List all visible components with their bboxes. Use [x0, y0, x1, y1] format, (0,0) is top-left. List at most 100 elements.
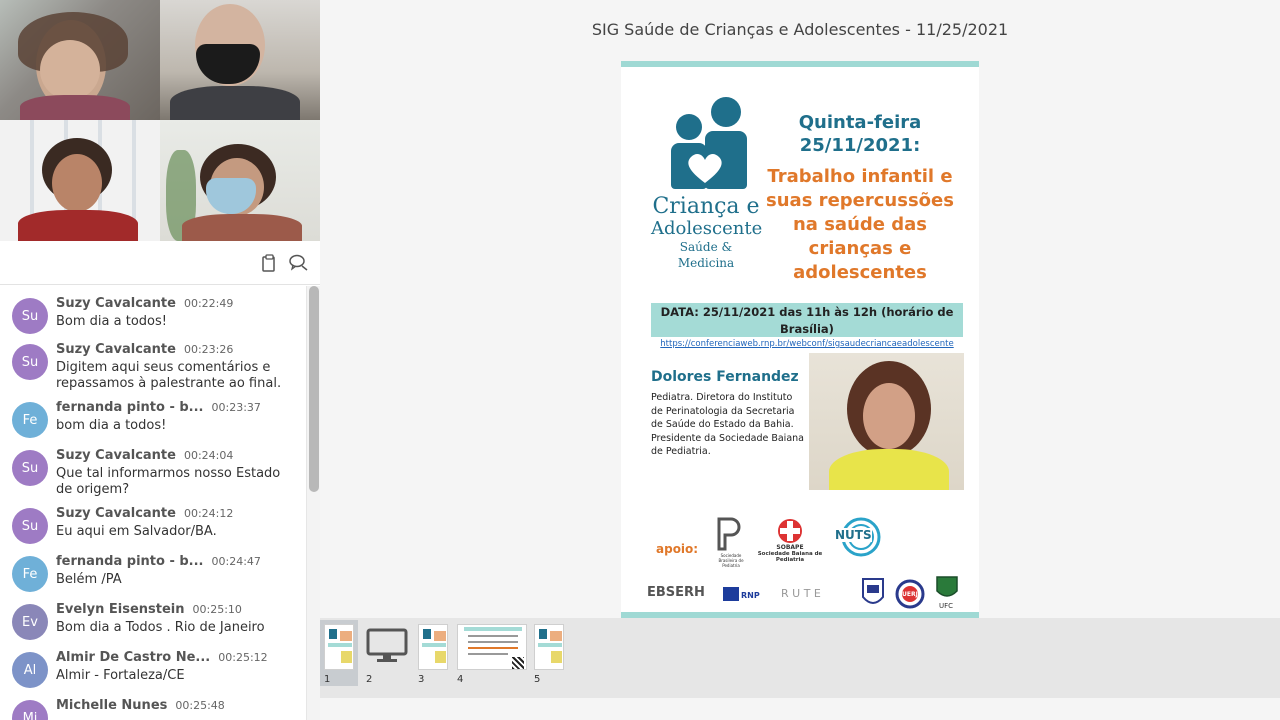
- message-text: Bom dia a Todos . Rio de Janeiro: [56, 620, 265, 635]
- thumbnail-5[interactable]: 5: [530, 620, 568, 686]
- partner-nuts: NUTS: [835, 528, 872, 542]
- avatar: Su: [12, 344, 48, 380]
- participant-shirt: [20, 95, 130, 120]
- thumbnail-3[interactable]: 3: [414, 620, 452, 686]
- message-header: Suzy Cavalcante 00:24:12: [56, 506, 300, 524]
- thumbnail-number: 1: [324, 674, 331, 685]
- message-time: 00:25:10: [192, 603, 242, 616]
- thumbnail-1[interactable]: 1: [320, 620, 358, 686]
- sender-name: Suzy Cavalcante: [56, 506, 176, 521]
- avatar: Ev: [12, 604, 48, 640]
- avatar: Su: [12, 508, 48, 544]
- message-header: Evelyn Eisenstein 00:25:10: [56, 602, 300, 620]
- thumbnail-2[interactable]: 2: [362, 620, 412, 686]
- presentation-title: SIG Saúde de Crianças e Adolescentes - 1…: [591, 20, 1009, 39]
- scrollbar-thumb[interactable]: [309, 286, 319, 492]
- message-time: 00:24:04: [183, 449, 234, 462]
- chat-message: Su Suzy Cavalcante 00:22:49 Bom dia a todos…: [0, 286, 306, 334]
- ufba-logo: [861, 577, 885, 609]
- avatar: Al: [12, 652, 48, 688]
- partner-ebserh: EBSERH: [647, 585, 705, 600]
- message-text: Bom dia a todos!: [56, 314, 167, 329]
- partner-sbp: Sociedade Brasileira de Pediatria: [718, 553, 744, 568]
- clipboard-icon[interactable]: [259, 253, 279, 273]
- message-time: 00:25:48: [175, 699, 225, 712]
- message-header: fernanda pinto - b... 00:23:37: [56, 400, 300, 418]
- sender-name: fernanda pinto - b...: [56, 554, 204, 569]
- chat-message: Ev Evelyn Eisenstein 00:25:10 Bom dia a Tod…: [0, 594, 306, 642]
- conference-link[interactable]: https://conferenciaweb.rnp.br/webconf/si…: [651, 338, 963, 351]
- video-tile-4[interactable]: [160, 120, 320, 241]
- message-text: bom dia a todos!: [56, 418, 167, 433]
- avatar: Su: [12, 450, 48, 486]
- thumbnail-number: 3: [418, 674, 425, 685]
- thumbnail-4[interactable]: 4: [453, 620, 529, 686]
- partner-uerj: UERJ: [902, 591, 918, 598]
- message-time: 00:24:47: [211, 555, 261, 568]
- video-tile-3[interactable]: [0, 120, 160, 241]
- partner-sobape-2: Sociedade Baiana de Pediatria: [757, 551, 823, 563]
- date-line: DATA: 25/11/2021 das 11h às 12h (horário…: [660, 305, 954, 336]
- thumbnail-image: [457, 624, 527, 670]
- thumbnail-image: [534, 624, 564, 670]
- video-tile-2[interactable]: [160, 0, 320, 120]
- rnp-logo: [723, 587, 739, 601]
- chat-message: Su Suzy Cavalcante 00:24:12 Eu aqui em Salv…: [0, 498, 306, 546]
- message-header: Michelle Nunes 00:25:48: [56, 698, 300, 716]
- video-grid: [0, 0, 320, 241]
- chat-message: Fe fernanda pinto - b... 00:24:47 Belém /PA: [0, 546, 306, 594]
- logo-line1: Criança e: [652, 194, 760, 219]
- participant-face: [52, 154, 102, 212]
- avatar: Su: [12, 298, 48, 334]
- message-time: 00:24:12: [183, 507, 234, 520]
- avatar: Mi: [12, 700, 48, 720]
- chat-message: Mi Michelle Nunes 00:25:48: [0, 690, 306, 720]
- avatar: Fe: [12, 402, 48, 438]
- bottom-strip: [320, 698, 1280, 720]
- chat-messages: Su Suzy Cavalcante 00:22:49 Bom dia a todos…: [0, 286, 306, 720]
- message-header: Almir De Castro Ne... 00:25:12: [56, 650, 300, 668]
- sobape-logo: [775, 517, 805, 545]
- thumbnail-number: 5: [534, 674, 541, 685]
- logo-line2: Adolescente: [651, 218, 763, 239]
- apoio-label: apoio:: [656, 542, 699, 556]
- sender-name: Evelyn Eisenstein: [56, 602, 185, 617]
- message-time: 00:25:12: [218, 651, 268, 664]
- message-header: Suzy Cavalcante 00:22:49: [56, 296, 300, 314]
- participant-shirt: [170, 86, 300, 120]
- message-text: Almir - Fortaleza/CE: [56, 668, 185, 683]
- chat-message: Fe fernanda pinto - b... 00:23:37 bom dia a…: [0, 392, 306, 440]
- thumbnail-image: [324, 624, 354, 670]
- partner-ufc: UFC: [939, 602, 954, 610]
- ufc-logo: [935, 575, 959, 601]
- sender-name: fernanda pinto - b...: [56, 400, 204, 415]
- participant-shirt: [18, 210, 138, 241]
- message-text: Digitem aqui seus comentários e repassam…: [56, 360, 282, 391]
- message-text: Que tal informarmos nosso Estado de orig…: [56, 466, 281, 497]
- participant-face: [40, 40, 100, 100]
- speaker-photo: [809, 353, 964, 490]
- video-tile-1[interactable]: [0, 0, 160, 120]
- chat-message: Su Suzy Cavalcante 00:24:04 Que tal informa…: [0, 440, 306, 498]
- date-box: DATA: 25/11/2021 das 11h às 12h (horário…: [651, 303, 963, 349]
- presentation-area: SIG Saúde de Crianças e Adolescentes - 1…: [320, 0, 1280, 720]
- chat-icon[interactable]: [289, 253, 309, 273]
- message-header: Suzy Cavalcante 00:23:26: [56, 342, 300, 360]
- partner-rute: R U T E: [781, 587, 821, 600]
- speaker-bio: Pediatra. Diretora do Instituto de Perin…: [651, 392, 804, 457]
- message-time: 00:22:49: [183, 297, 234, 310]
- chat-scrollbar[interactable]: [306, 286, 320, 720]
- message-text: Eu aqui em Salvador/BA.: [56, 524, 217, 539]
- speaker-name: Dolores Fernandez: [651, 369, 799, 385]
- screen-share-icon: [366, 628, 408, 668]
- thumbnail-number: 2: [366, 674, 373, 685]
- slide-topic: Trabalho infantil e suas repercussões na…: [766, 166, 954, 283]
- logo-text: Criança e Adolescente Saúde & Medicina: [651, 194, 763, 271]
- partner-sobape-1: SOBAPE: [776, 544, 804, 551]
- message-header: Suzy Cavalcante 00:24:04: [56, 448, 300, 466]
- partner-rnp: RNP: [741, 591, 760, 600]
- message-header: fernanda pinto - b... 00:24:47: [56, 554, 300, 572]
- message-time: 00:23:26: [183, 343, 234, 356]
- chat-message: Su Suzy Cavalcante 00:23:26 Digitem aqui se…: [0, 334, 306, 392]
- logo-line3: Saúde & Medicina: [677, 240, 735, 270]
